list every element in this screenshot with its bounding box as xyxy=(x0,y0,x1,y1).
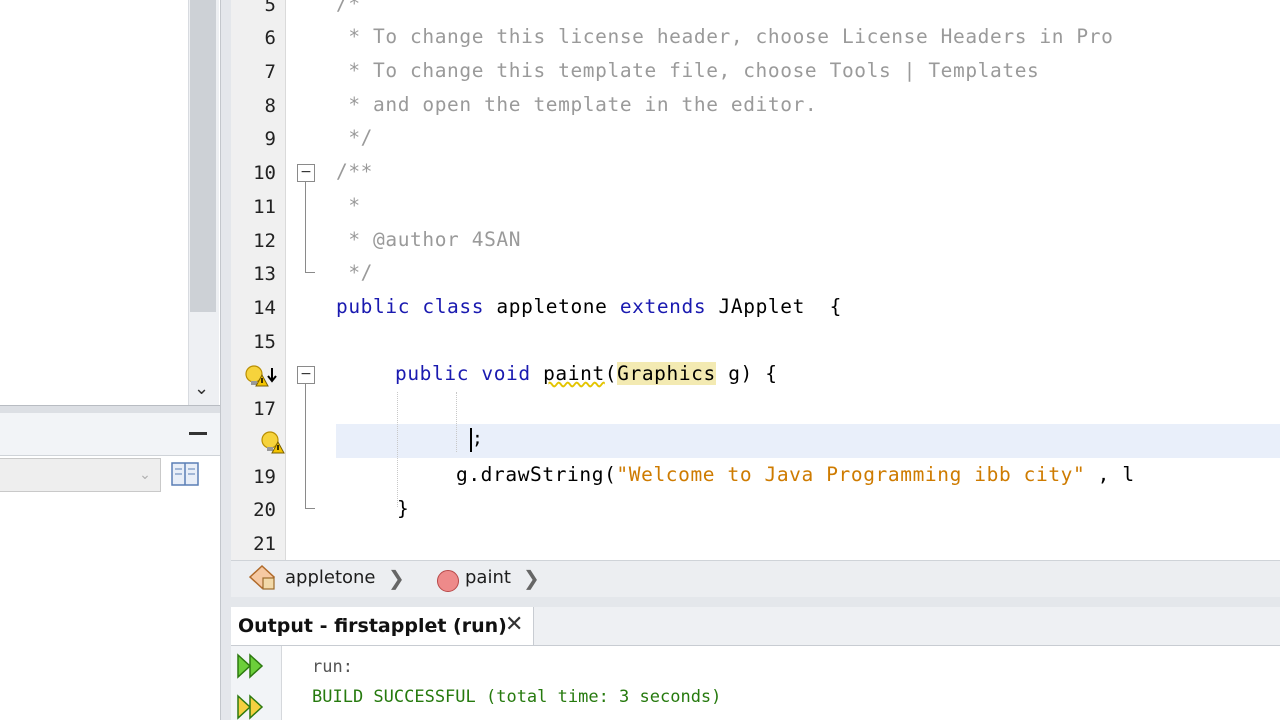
string-literal: "Welcome to Java Programming ibb city" xyxy=(616,463,1086,486)
fold-end xyxy=(305,508,315,509)
line-number: 9 xyxy=(264,128,276,150)
javadoc-icon[interactable] xyxy=(170,460,200,488)
type-highlight: Graphics xyxy=(617,362,716,385)
line-number: 5 xyxy=(264,0,276,16)
code-line: * To change this template file, choose T… xyxy=(336,59,1040,82)
code-line: * @author 4SAN xyxy=(336,228,522,251)
code-line: * To change this license header, choose … xyxy=(336,25,1114,48)
line-number: 15 xyxy=(253,331,276,353)
identifier: JApplet { xyxy=(718,295,842,318)
line-number: 11 xyxy=(253,196,276,218)
output-tab-title[interactable]: Output - firstapplet (run) xyxy=(238,615,507,637)
fold-line xyxy=(305,384,306,508)
class-icon xyxy=(247,563,277,591)
code-line: public class appletone extends JApplet { xyxy=(336,295,842,318)
keyword: extends xyxy=(607,295,719,318)
code-line: */ xyxy=(336,126,374,149)
rerun-icon[interactable] xyxy=(236,652,266,680)
line-number: 17 xyxy=(253,398,276,420)
breadcrumb-method[interactable]: paint xyxy=(465,567,511,588)
projects-scrollbar-thumb[interactable] xyxy=(190,0,216,312)
line-number: 21 xyxy=(253,533,276,555)
chevron-down-icon[interactable]: ⌄ xyxy=(194,378,209,399)
code-line: * xyxy=(336,194,361,217)
keyword: public void xyxy=(395,362,544,385)
code-line: /** xyxy=(336,160,374,183)
line-number: 14 xyxy=(253,297,276,319)
output-line-success: BUILD SUCCESSFUL (total time: 3 seconds) xyxy=(312,687,722,707)
indent-guide xyxy=(456,392,457,452)
hint-warning-icon[interactable] xyxy=(242,364,278,388)
chevron-down-icon[interactable]: ⌄ xyxy=(130,460,160,490)
method-icon xyxy=(437,570,459,592)
line-number: 19 xyxy=(253,466,276,488)
chevron-right-icon: ❯ xyxy=(388,566,405,590)
line-number: 20 xyxy=(253,499,276,521)
line-number: 7 xyxy=(264,61,276,83)
code-text: g.drawString( xyxy=(456,463,617,486)
output-console xyxy=(231,646,1280,720)
identifier: appletone xyxy=(496,295,608,318)
code-line: */ xyxy=(336,261,374,284)
line-number: 10 xyxy=(253,162,276,184)
line-number: 6 xyxy=(264,27,276,49)
fold-toggle-icon[interactable]: − xyxy=(297,366,315,384)
navigator-header xyxy=(0,413,220,456)
line-number: 13 xyxy=(253,263,276,285)
fold-line xyxy=(305,182,306,272)
code-line: public void paint(Graphics g) { xyxy=(395,362,778,385)
output-line: run: xyxy=(312,657,353,677)
code-line: g.drawString("Welcome to Java Programmin… xyxy=(456,463,1135,486)
code-line: ; xyxy=(472,428,484,449)
fold-toggle-icon[interactable]: − xyxy=(297,164,315,182)
hint-warning-icon[interactable] xyxy=(258,430,286,456)
line-number: 12 xyxy=(253,230,276,252)
run-icon[interactable] xyxy=(236,693,266,720)
line-number: 8 xyxy=(264,95,276,117)
text-caret xyxy=(470,428,472,452)
close-icon[interactable]: ✕ xyxy=(505,612,523,637)
panel-minimize-icon[interactable] xyxy=(189,432,207,435)
code-text: g) { xyxy=(715,362,778,385)
indent-guide xyxy=(397,392,398,507)
projects-panel xyxy=(0,0,220,405)
splitter[interactable] xyxy=(231,597,1280,607)
fold-end xyxy=(305,272,315,273)
code-line: } xyxy=(397,497,410,520)
code-text: , l xyxy=(1085,463,1135,486)
code-line: * and open the template in the editor. xyxy=(336,93,818,116)
method-name: paint xyxy=(543,362,605,385)
code-line: /* xyxy=(336,0,361,15)
breadcrumb-class[interactable]: appletone xyxy=(285,567,376,588)
chevron-right-icon: ❯ xyxy=(523,566,540,590)
keyword: public class xyxy=(336,295,497,318)
